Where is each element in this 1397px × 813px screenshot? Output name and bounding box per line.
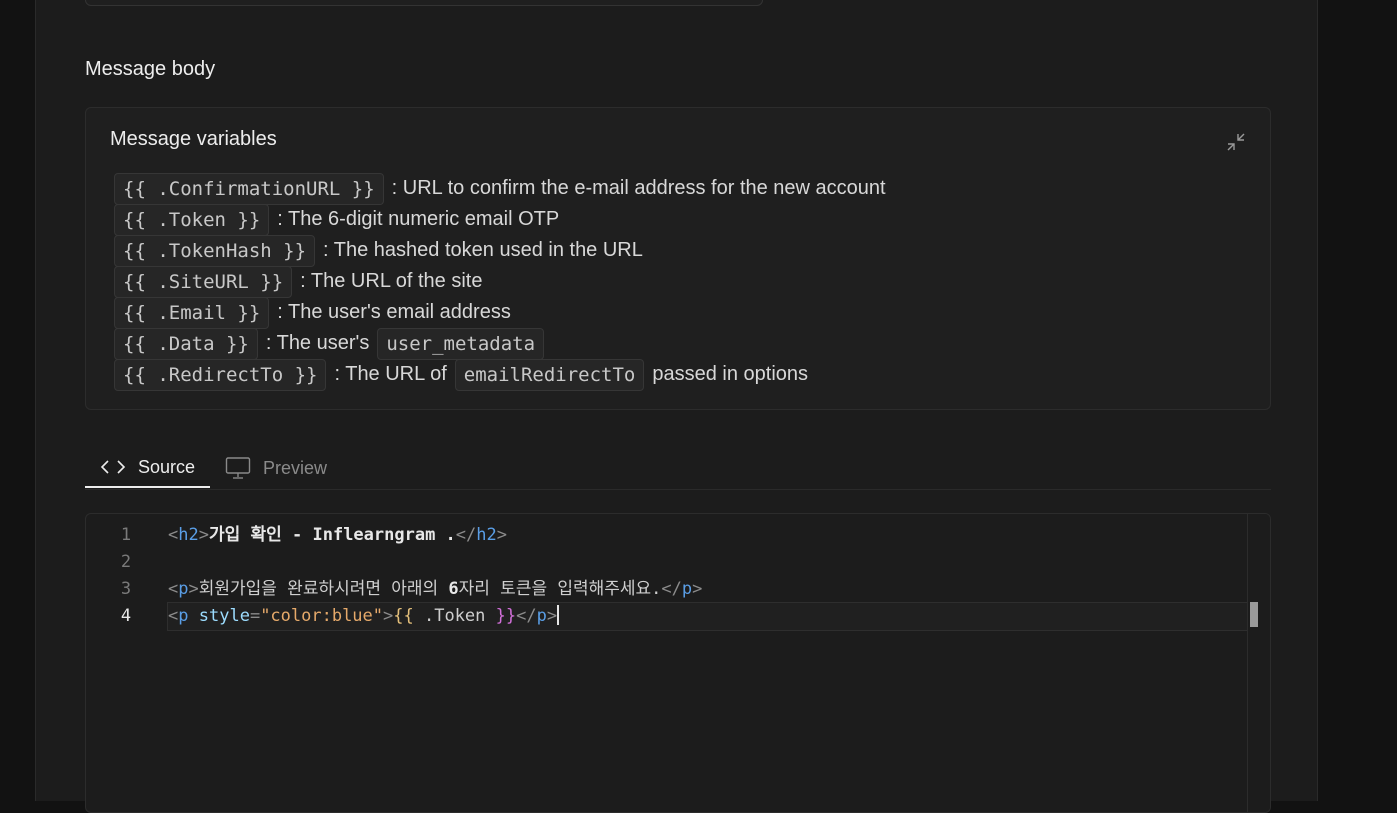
variable-description: : The hashed token used in the URL (323, 239, 643, 261)
variable-row: {{ .TokenHash }} : The hashed token used… (114, 234, 886, 267)
token-text: .Token (413, 606, 496, 626)
token-tag: p (178, 579, 189, 599)
settings-panel: Message body Message variables {{ .Confi… (35, 0, 1318, 813)
monitor-icon (225, 457, 251, 479)
section-title: Message body (85, 58, 216, 80)
variables-title: Message variables (110, 128, 277, 150)
collapse-icon[interactable] (1226, 132, 1246, 152)
code-line[interactable]: <p>회원가입을 완료하시려면 아래의 6자리 토큰을 입력해주세요.</p> (168, 576, 1248, 603)
variable-code: {{ .SiteURL }} (114, 265, 293, 298)
variable-row: {{ .Data }} : The user's user_metadata (114, 327, 886, 360)
variable-row: {{ .RedirectTo }} : The URL of emailRedi… (114, 358, 886, 391)
editor-tabs: Source Preview (85, 448, 1271, 490)
token-tag: p (536, 606, 547, 626)
variable-row: {{ .Token }} : The 6-digit numeric email… (114, 203, 886, 236)
variable-description: : The user's email address (277, 301, 511, 323)
token-number: 6 (448, 579, 459, 599)
line-number-active: 4 (120, 606, 132, 626)
variable-code: {{ .ConfirmationURL }} (114, 172, 384, 205)
line-number: 2 (120, 552, 132, 572)
token-tag: p (681, 579, 693, 599)
variable-row: {{ .ConfirmationURL }} : URL to confirm … (114, 172, 886, 205)
variable-row: {{ .SiteURL }} : The URL of the site (114, 265, 886, 298)
code-line[interactable] (168, 549, 1248, 576)
token-brace: }} (495, 606, 517, 626)
variable-description: : The URL of the site (300, 270, 483, 292)
code-editor[interactable]: 1 2 3 4 <h2>가입 확인 - Inflearngram .</h2> … (85, 513, 1271, 813)
variable-row: {{ .Email }} : The user's email address (114, 296, 886, 329)
tab-source-label: Source (138, 456, 196, 477)
token-brace: {{ (393, 606, 414, 626)
token-tag: h2 (476, 525, 497, 545)
variable-code: {{ .RedirectTo }} (114, 358, 327, 391)
code-icon (100, 460, 126, 474)
vertical-scrollbar[interactable] (1247, 514, 1270, 812)
variable-code: {{ .Token }} (114, 203, 270, 236)
code-line[interactable]: <h2>가입 확인 - Inflearngram .</h2> (168, 522, 1248, 549)
variable-description: : URL to confirm the e-mail address for … (391, 177, 886, 199)
variables-list: {{ .ConfirmationURL }} : URL to confirm … (114, 172, 886, 391)
token-text: 회원가입을 완료하시려면 아래의 (198, 579, 449, 599)
variable-description: : The URL of (334, 363, 447, 385)
line-number: 1 (120, 525, 132, 545)
variable-description: : The 6-digit numeric email OTP (277, 208, 560, 230)
variable-code: {{ .Data }} (114, 327, 258, 360)
variable-code-inline: user_metadata (377, 327, 545, 360)
message-variables-card: Message variables {{ .ConfirmationURL }}… (85, 107, 1271, 410)
token-tag: h2 (178, 525, 199, 545)
variable-code-inline: emailRedirectTo (454, 358, 645, 391)
variable-description: : The user's (265, 332, 370, 354)
scrollbar-thumb[interactable] (1250, 602, 1258, 627)
line-number: 3 (120, 579, 132, 599)
variable-description-tail: passed in options (652, 363, 809, 385)
subject-input[interactable] (85, 0, 763, 6)
tab-preview[interactable]: Preview (225, 448, 327, 488)
code-line-active[interactable]: <p style="color:blue">{{ .Token }}</p> (167, 602, 1249, 631)
text-caret (557, 605, 560, 625)
line-number-gutter: 1 2 3 4 (86, 522, 166, 630)
variable-code: {{ .Email }} (114, 296, 270, 329)
token-text: 가입 확인 - Inflearngram . (208, 525, 456, 545)
token-string: "color:blue" (260, 606, 384, 626)
token-attr: style (198, 606, 250, 626)
token-tag: p (178, 606, 189, 626)
tab-source[interactable]: Source (85, 448, 210, 488)
variable-code: {{ .TokenHash }} (114, 234, 316, 267)
code-lines[interactable]: <h2>가입 확인 - Inflearngram .</h2> <p>회원가입을… (167, 522, 1249, 631)
token-text: 자리 토큰을 입력해주세요. (458, 579, 662, 599)
tab-preview-label: Preview (263, 457, 328, 478)
